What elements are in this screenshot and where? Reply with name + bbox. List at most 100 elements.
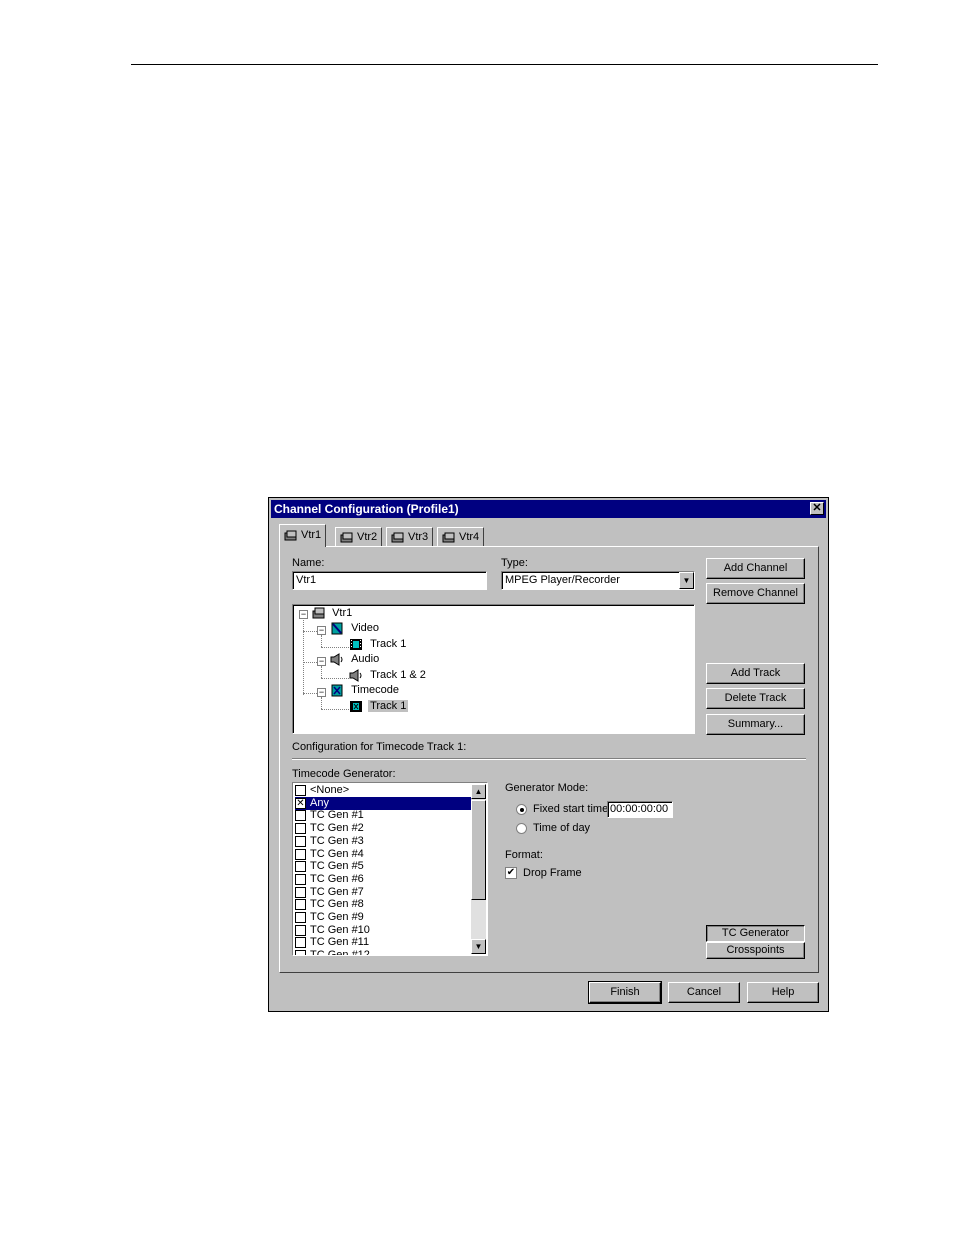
list-item-checkbox[interactable] bbox=[295, 899, 306, 911]
time-of-day-radio[interactable] bbox=[516, 823, 527, 834]
tree-line bbox=[303, 662, 317, 663]
list-item-checkbox[interactable] bbox=[295, 785, 306, 796]
collapse-icon[interactable]: − bbox=[299, 610, 308, 619]
type-select[interactable]: MPEG Player/Recorder ▼ bbox=[501, 571, 695, 590]
list-item-label: TC Gen #8 bbox=[310, 898, 364, 911]
scrollbar[interactable]: ▲ ▼ bbox=[471, 784, 486, 954]
type-label: Type: bbox=[501, 557, 528, 569]
list-item[interactable]: ✕ Any bbox=[295, 796, 473, 810]
tab-vtr1[interactable]: Vtr1 bbox=[279, 524, 327, 547]
tree-line bbox=[303, 618, 304, 695]
format-label: Format: bbox=[505, 849, 543, 861]
list-item[interactable]: TC Gen #10 bbox=[295, 924, 473, 937]
help-button[interactable]: Help bbox=[747, 982, 819, 1003]
tree-line bbox=[303, 693, 317, 694]
list-item-checkbox[interactable] bbox=[295, 810, 306, 822]
channel-tree[interactable]: − Vtr1 − Video Track 1 − Audio Track 1 &… bbox=[292, 604, 695, 734]
scroll-down-icon[interactable]: ▼ bbox=[471, 939, 486, 954]
list-item-checkbox[interactable] bbox=[295, 950, 306, 955]
tab-vtr4[interactable]: Vtr4 bbox=[437, 527, 485, 546]
list-item-checkbox[interactable] bbox=[295, 886, 306, 898]
list-item-checkbox[interactable] bbox=[295, 873, 306, 885]
generator-mode-label: Generator Mode: bbox=[505, 782, 589, 794]
list-item[interactable]: <None> bbox=[295, 784, 473, 797]
tree-node-audio-track[interactable]: Track 1 & 2 bbox=[349, 669, 426, 682]
speaker-icon bbox=[349, 669, 362, 682]
crosspoints-button[interactable]: Crosspoints bbox=[706, 942, 805, 959]
list-item-label: TC Gen #7 bbox=[310, 885, 364, 898]
collapse-icon[interactable]: − bbox=[317, 688, 326, 697]
list-item[interactable]: TC Gen #2 bbox=[295, 822, 473, 835]
list-item-checkbox[interactable] bbox=[295, 937, 306, 949]
remove-channel-button[interactable]: Remove Channel bbox=[706, 583, 805, 604]
tree-node-video[interactable]: Video bbox=[330, 622, 379, 635]
add-channel-button[interactable]: Add Channel bbox=[706, 558, 805, 579]
finish-button[interactable]: Finish bbox=[588, 981, 662, 1004]
list-item[interactable]: TC Gen #11 bbox=[295, 936, 473, 949]
scroll-thumb[interactable] bbox=[471, 800, 486, 900]
tree-node-timecode[interactable]: Timecode bbox=[330, 684, 399, 697]
list-item[interactable]: TC Gen #6 bbox=[295, 873, 473, 886]
vtr-icon bbox=[442, 532, 455, 543]
tree-label: Video bbox=[351, 622, 379, 635]
chevron-down-icon[interactable]: ▼ bbox=[679, 572, 694, 589]
list-item[interactable]: TC Gen #8 bbox=[295, 898, 473, 911]
list-item[interactable]: TC Gen #5 bbox=[295, 860, 473, 873]
list-item-checkbox[interactable] bbox=[295, 848, 306, 860]
list-item[interactable]: TC Gen #1 bbox=[295, 809, 473, 822]
list-item[interactable]: TC Gen #9 bbox=[295, 911, 473, 924]
film-icon bbox=[350, 639, 362, 650]
tab-vtr3[interactable]: Vtr3 bbox=[386, 527, 434, 546]
add-track-button[interactable]: Add Track bbox=[706, 663, 805, 684]
list-item-checkbox[interactable] bbox=[295, 861, 306, 873]
cancel-button[interactable]: Cancel bbox=[668, 982, 740, 1003]
video-icon bbox=[331, 622, 343, 635]
list-item-label: TC Gen #6 bbox=[310, 872, 364, 885]
fixed-start-time-field[interactable]: 00:00:00:00 bbox=[607, 801, 673, 818]
close-button[interactable]: ✕ bbox=[810, 502, 824, 515]
list-item[interactable]: TC Gen #7 bbox=[295, 886, 473, 899]
title-bar: Channel Configuration (Profile1) ✕ bbox=[271, 500, 826, 518]
channel-configuration-dialog: Channel Configuration (Profile1) ✕ Vtr1 … bbox=[268, 497, 829, 1012]
list-item-checkbox[interactable] bbox=[295, 912, 306, 923]
list-item[interactable]: TC Gen #12 bbox=[295, 949, 473, 956]
tree-node-timecode-track[interactable]: Track 1 bbox=[349, 700, 409, 713]
list-item-checkbox[interactable] bbox=[295, 823, 306, 835]
name-field[interactable]: Vtr1 bbox=[292, 571, 487, 590]
tree-node-audio[interactable]: Audio bbox=[330, 653, 379, 666]
collapse-icon[interactable]: − bbox=[317, 626, 326, 635]
vtr-icon bbox=[340, 532, 353, 543]
scroll-up-icon[interactable]: ▲ bbox=[471, 784, 486, 799]
tab-label: Vtr2 bbox=[357, 531, 378, 543]
timecode-generator-list[interactable]: <None> ✕ Any TC Gen #1 TC Gen #2 TC Gen #3 TC … bbox=[292, 782, 488, 956]
tree-label: Vtr1 bbox=[332, 607, 353, 619]
tree-line bbox=[303, 631, 317, 632]
page-header-rule bbox=[131, 64, 878, 65]
list-item-label: TC Gen #11 bbox=[310, 936, 370, 949]
list-item-label: TC Gen #12 bbox=[310, 949, 370, 956]
drop-frame-checkbox[interactable]: ✔ bbox=[505, 867, 517, 879]
tree-label-selected: Track 1 bbox=[368, 700, 409, 713]
fixed-start-radio[interactable] bbox=[516, 804, 527, 815]
delete-track-button[interactable]: Delete Track bbox=[706, 688, 805, 709]
type-value: MPEG Player/Recorder bbox=[505, 574, 620, 586]
tc-generator-button[interactable]: TC Generator bbox=[706, 925, 805, 942]
summary-button[interactable]: Summary... bbox=[706, 714, 805, 735]
list-item[interactable]: TC Gen #4 bbox=[295, 848, 473, 861]
tree-node-video-track[interactable]: Track 1 bbox=[349, 638, 406, 651]
vtr-icon bbox=[391, 532, 404, 543]
list-item-label: TC Gen #4 bbox=[310, 847, 364, 860]
tab-label: Vtr1 bbox=[301, 529, 322, 541]
list-item-checkbox[interactable] bbox=[295, 924, 306, 936]
collapse-icon[interactable]: − bbox=[317, 657, 326, 666]
tree-node-root[interactable]: Vtr1 bbox=[312, 607, 352, 619]
speaker-icon bbox=[330, 653, 343, 666]
tab-vtr2[interactable]: Vtr2 bbox=[335, 527, 383, 546]
fixed-start-label: Fixed start time bbox=[533, 803, 609, 815]
tree-line bbox=[321, 635, 322, 647]
timecode-generator-label: Timecode Generator: bbox=[292, 768, 396, 780]
tree-line bbox=[321, 709, 349, 710]
list-item-checkbox[interactable] bbox=[295, 835, 306, 847]
list-item-checkbox[interactable]: ✕ bbox=[295, 797, 306, 809]
list-item[interactable]: TC Gen #3 bbox=[295, 835, 473, 848]
